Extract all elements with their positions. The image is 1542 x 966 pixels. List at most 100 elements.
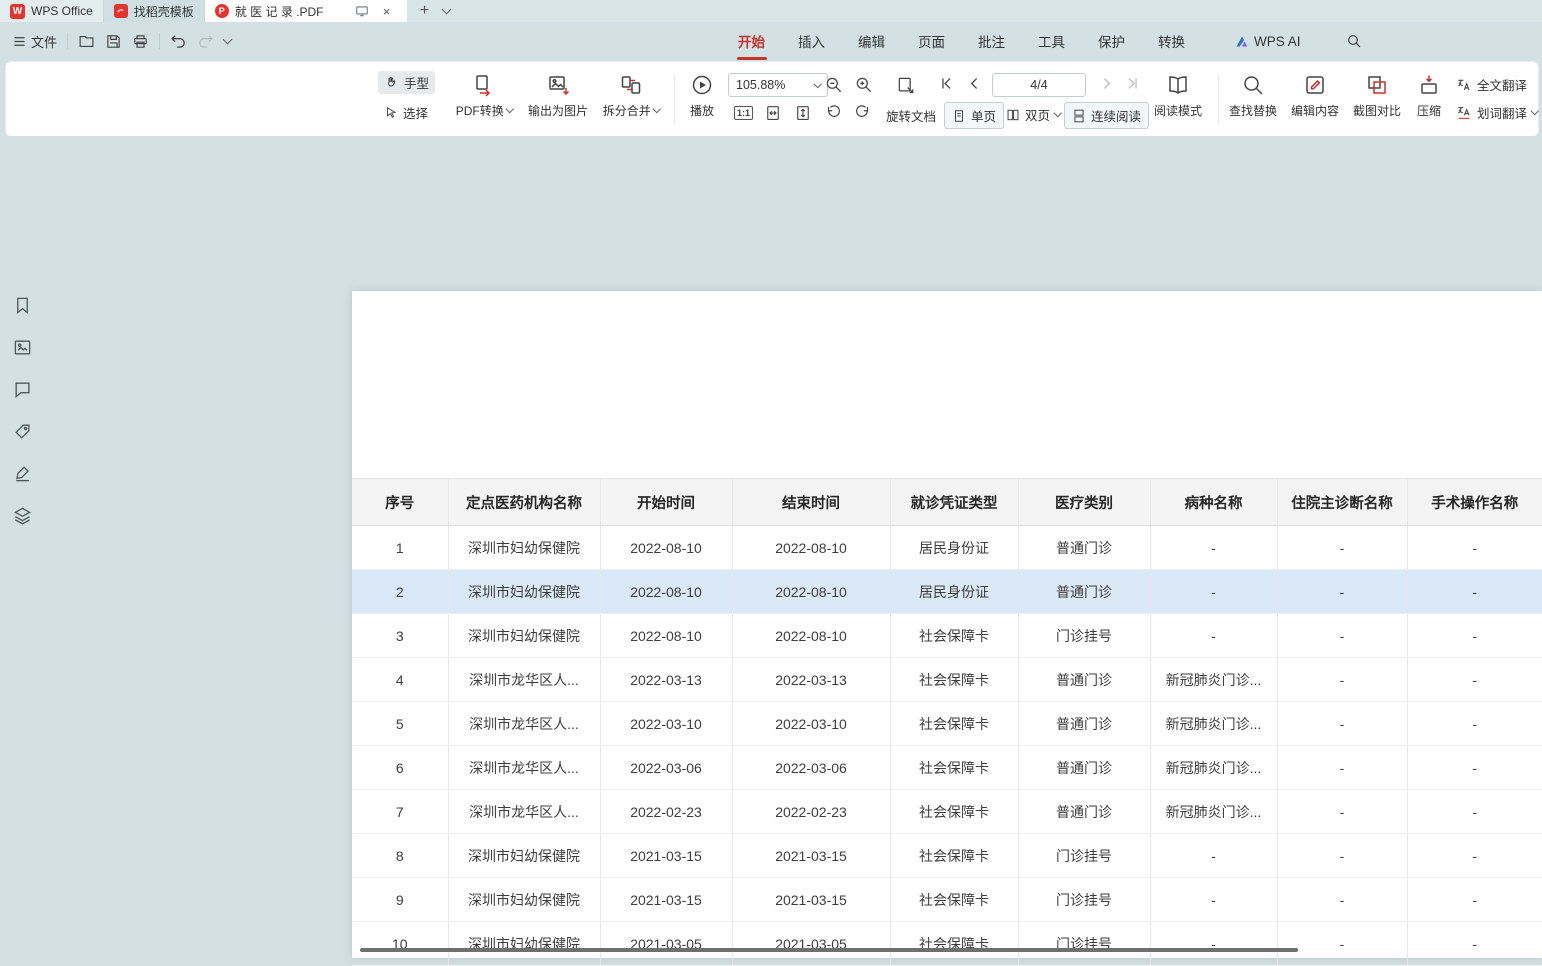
docer-tab[interactable]: 找稻壳模板 [104,0,205,22]
table-cell: 社会保障卡 [890,922,1018,966]
page-number-input[interactable]: 4/4 [992,73,1086,97]
tab-list-chevron-icon[interactable] [435,0,457,22]
wps-ai-button[interactable]: WPS AI [1234,34,1301,49]
menu-convert[interactable]: 转换 [1156,31,1187,51]
table-cell: 2021-03-15 [732,834,890,878]
read-mode-button[interactable]: 阅读模式 [1148,73,1208,119]
word-translate-icon [1456,105,1472,121]
table-cell: 居民身份证 [890,526,1018,570]
select-tool-button[interactable]: 选择 [378,101,435,124]
fit-page-icon[interactable] [764,104,782,122]
document-tab[interactable]: P 就 医 记 录 .PDF × [205,0,408,22]
signature-icon[interactable] [11,462,33,484]
zoom-out-icon[interactable] [824,75,843,94]
find-replace-icon [1241,73,1265,97]
close-tab-icon[interactable]: × [375,4,397,19]
table-cell: 普通门诊 [1018,658,1150,702]
export-image-icon [546,73,570,97]
fit-height-icon[interactable] [794,104,812,122]
screenshot-compare-button[interactable]: 截图对比 [1346,73,1408,119]
thumbnail-panel-icon[interactable] [11,336,33,358]
double-page-button[interactable]: 双页 [1006,105,1061,124]
rotate-right-icon[interactable] [854,104,872,122]
table-cell: - [1150,570,1277,614]
menu-page[interactable]: 页面 [916,31,947,51]
chevron-down-icon [506,105,514,113]
table-cell: 2022-03-13 [732,658,890,702]
single-page-button[interactable]: 单页 [944,102,1004,129]
table-cell: - [1277,922,1407,966]
layers-icon[interactable] [11,504,33,526]
table-cell: 深圳市龙华区人... [448,746,600,790]
prev-page-icon[interactable] [966,75,983,92]
play-button[interactable]: 播放 [680,73,724,119]
redo-icon[interactable] [197,33,214,50]
save-icon[interactable] [105,33,122,50]
first-page-icon[interactable] [938,75,955,92]
double-page-icon [1006,108,1020,122]
left-tool-rail [11,294,33,526]
play-label: 播放 [690,102,714,119]
open-folder-icon[interactable] [78,33,95,50]
zoom-value: 105.88% [736,78,785,92]
wps-home-tab[interactable]: W WPS Office [0,0,104,22]
menu-bar: 文件 开始 插入 编辑 页面 批注 工具 保护 转换 [0,22,1542,60]
edit-content-label: 编辑内容 [1291,102,1339,119]
zoom-in-icon[interactable] [854,75,873,94]
menu-comment[interactable]: 批注 [976,31,1007,51]
zoom-select[interactable]: 105.88% [728,73,828,97]
menu-home[interactable]: 开始 [736,31,767,51]
hand-tool-button[interactable]: 手型 [378,71,435,94]
tag-icon[interactable] [11,420,33,442]
table-cell: - [1150,922,1277,966]
menu-edit[interactable]: 编辑 [856,31,887,51]
full-translate-button[interactable]: 全文翻译 [1456,75,1527,94]
menu-insert[interactable]: 插入 [796,31,827,51]
compress-button[interactable]: 压缩 [1408,73,1450,119]
pdf-convert-button[interactable]: PDF转换 [448,73,520,119]
continuous-read-button[interactable]: 连续阅读 [1064,102,1149,129]
menu-tools[interactable]: 工具 [1036,31,1067,51]
read-mode-label: 阅读模式 [1154,102,1202,119]
file-menu-button[interactable]: 文件 [12,32,57,51]
history-chevron-icon[interactable] [223,35,233,45]
print-icon[interactable] [132,33,149,50]
horizontal-scrollbar[interactable] [360,948,1298,952]
table-cell: 社会保障卡 [890,658,1018,702]
export-image-button[interactable]: 输出为图片 [520,73,596,119]
rotate-doc-button[interactable]: 旋转文档 [886,106,936,125]
undo-icon[interactable] [170,33,187,50]
next-page-icon[interactable] [1098,75,1115,92]
split-merge-button[interactable]: 拆分合并 [594,73,668,119]
table-cell: 2022-03-10 [732,702,890,746]
table-cell: 10 [352,922,448,966]
edit-content-icon [1303,73,1327,97]
table-cell: 社会保障卡 [890,614,1018,658]
find-replace-button[interactable]: 查找替换 [1222,73,1284,119]
table-cell: 深圳市妇幼保健院 [448,570,600,614]
rotate-left-icon[interactable] [824,104,842,122]
table-cell: 2022-03-13 [600,658,732,702]
table-cell: 深圳市龙华区人... [448,658,600,702]
last-page-icon[interactable] [1124,75,1141,92]
bookmark-icon[interactable] [11,294,33,316]
table-cell: 2021-03-15 [732,878,890,922]
table-body: 1深圳市妇幼保健院2022-08-102022-08-10居民身份证普通门诊--… [352,526,1542,966]
actual-size-button[interactable]: 1:1 [734,106,753,120]
menu-protect[interactable]: 保护 [1096,31,1127,51]
cursor-icon [384,106,398,120]
fit-width-icon[interactable] [896,75,916,95]
table-cell: 9 [352,878,448,922]
divider [1218,74,1219,124]
new-tab-button[interactable]: + [413,0,435,22]
monitor-icon[interactable] [355,4,369,18]
table-cell: 新冠肺炎门诊... [1150,702,1277,746]
comment-panel-icon[interactable] [11,378,33,400]
search-icon[interactable] [1346,33,1362,49]
edit-content-button[interactable]: 编辑内容 [1284,73,1346,119]
table-cell: - [1407,922,1542,966]
word-translate-button[interactable]: 划词翻译 [1456,103,1538,122]
table-cell: 居民身份证 [890,570,1018,614]
table-cell: 2022-08-10 [600,526,732,570]
table-cell: - [1277,746,1407,790]
